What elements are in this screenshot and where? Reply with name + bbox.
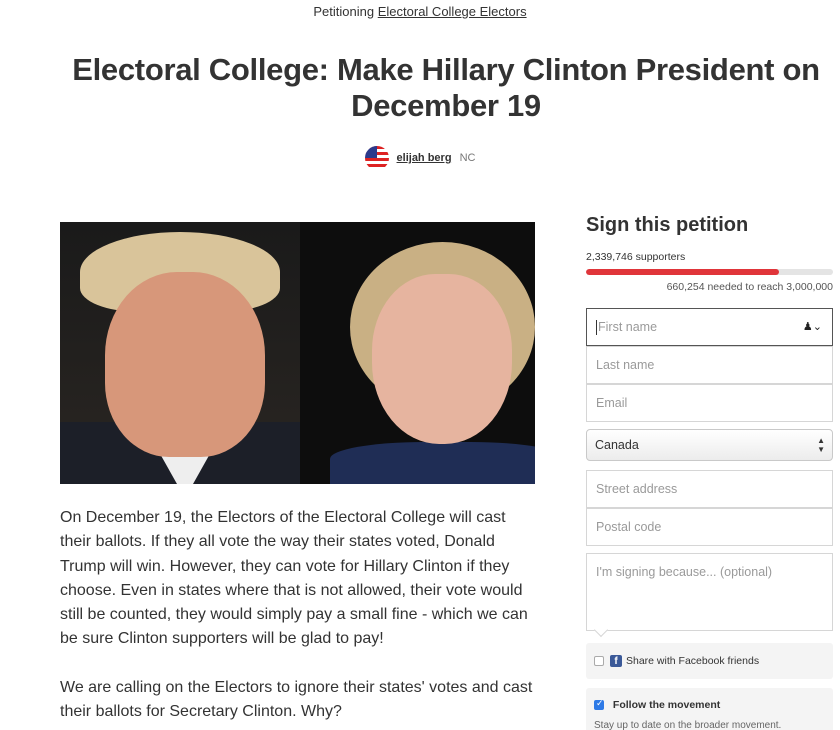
last-name-placeholder: Last name [596,358,655,372]
petitioning-label: Petitioning [313,4,375,19]
facebook-share-checkbox[interactable] [594,656,604,666]
petition-hero-image [60,222,535,484]
country-select[interactable]: Canada ▲ ▼ [586,429,833,461]
author-location: NC [459,152,476,164]
author-avatar[interactable] [364,146,389,170]
email-placeholder: Email [596,396,628,410]
signature-progress-bar [586,269,833,275]
follow-movement-option[interactable]: Follow the movement Stay up to date on t… [586,688,833,730]
postal-placeholder: Postal code [596,520,662,534]
postal-code-field[interactable]: Postal code [586,508,833,546]
sign-panel: Sign this petition 2,339,746 supporters … [586,214,833,730]
facebook-share-label: Share with Facebook friends [626,655,760,667]
facebook-share-option[interactable]: f Share with Facebook friends [586,643,833,679]
follow-movement-description: Stay up to date on the broader movement. [594,720,782,730]
last-name-field[interactable]: Last name [586,346,833,384]
petition-target-link[interactable]: Electoral College Electors [378,4,527,19]
author-info: elijah berg NC [0,146,840,170]
petition-target-line: Petitioning Electoral College Electors [0,4,840,19]
signatures-needed: 660,254 needed to reach 3,000,000 [666,281,833,293]
trump-portrait [60,222,300,484]
street-placeholder: Street address [596,482,678,496]
petition-title: Electoral College: Make Hillary Clinton … [72,52,820,123]
street-address-field[interactable]: Street address [586,470,833,508]
petition-description: On December 19, the Electors of the Elec… [60,506,540,730]
country-selected-value: Canada [595,438,639,452]
email-field[interactable]: Email [586,384,833,422]
select-arrows-icon: ▲ ▼ [817,436,825,454]
follow-movement-checkbox[interactable] [594,698,604,711]
first-name-placeholder: First name [598,320,658,334]
signature-progress-fill [586,269,779,275]
supporters-count: 2,339,746 supporters [586,251,686,263]
description-paragraph: On December 19, the Electors of the Elec… [60,509,528,648]
follow-movement-title: Follow the movement [612,699,721,711]
reason-textarea[interactable]: I'm signing because... (optional) [586,553,833,631]
author-name-link[interactable]: elijah berg [397,152,452,164]
clinton-portrait [300,222,535,484]
reason-placeholder: I'm signing because... (optional) [596,565,773,579]
facebook-icon: f [610,655,622,667]
description-paragraph: We are calling on the Electors to ignore… [60,678,533,721]
person-icon[interactable]: ♟⌄ [803,320,822,333]
first-name-field[interactable]: First name ♟⌄ [586,308,833,346]
sign-title: Sign this petition [586,214,749,236]
